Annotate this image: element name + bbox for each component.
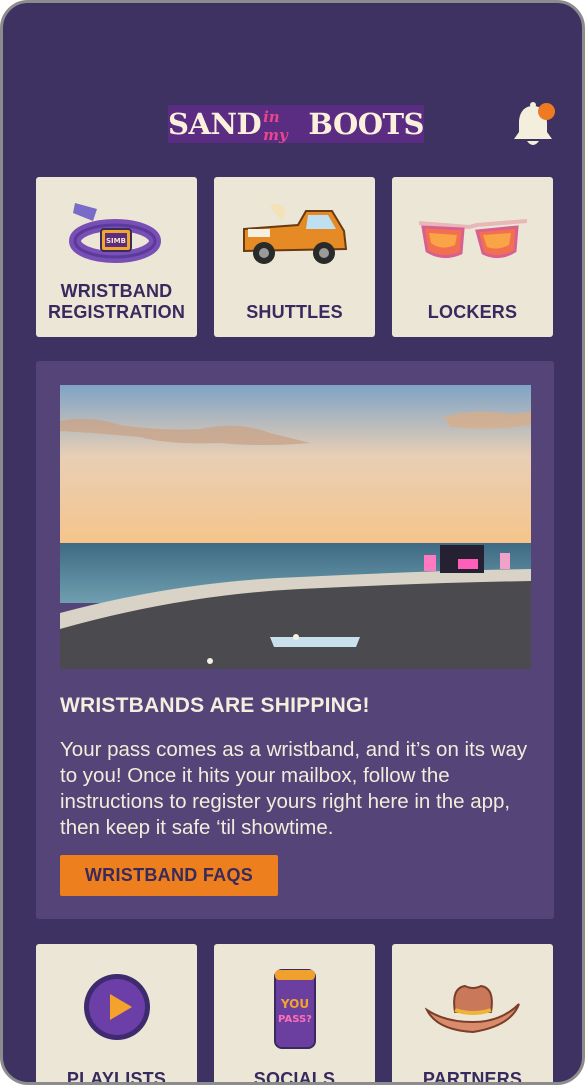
play-icon xyxy=(83,974,150,1040)
tile-label-line1: WRISTBAND xyxy=(60,281,173,301)
svg-text:YOU: YOU xyxy=(279,997,308,1011)
truck-icon xyxy=(242,203,347,264)
tile-label: LOCKERS xyxy=(427,302,518,322)
logo-word-boots: BOOTS xyxy=(308,107,424,141)
festival-photo-icon xyxy=(60,385,531,669)
feature-body: Your pass comes as a wristband, and it’s… xyxy=(60,738,528,839)
svg-text:SIMB: SIMB xyxy=(106,237,126,245)
beach-festival-photo xyxy=(60,385,531,669)
tile-lockers[interactable]: LOCKERS xyxy=(392,177,553,337)
sunglasses-icon xyxy=(418,219,527,258)
tile-label: SOCIALS xyxy=(253,1069,336,1085)
feature-title: WRISTBANDS ARE SHIPPING! xyxy=(60,694,370,717)
tile-partners[interactable]: PARTNERS xyxy=(392,944,553,1085)
tile-playlists[interactable]: PLAYLISTS xyxy=(36,944,197,1085)
tile-wristband-registration[interactable]: SIMB WRISTBAND REGISTRATION xyxy=(36,177,197,337)
cowboy-hat-icon xyxy=(424,984,520,1034)
notification-dot xyxy=(538,103,555,120)
tile-socials[interactable]: YOU PASS? SOCIALS xyxy=(214,944,375,1085)
tile-label: SHUTTLES xyxy=(246,302,343,322)
logo-word-sand: SAND xyxy=(168,107,262,141)
svg-text:PASS?: PASS? xyxy=(278,1014,312,1025)
can-icon: YOU PASS? xyxy=(273,969,316,1049)
logo-word-in-my: in my xyxy=(263,108,288,144)
tile-label: PARTNERS xyxy=(422,1069,523,1085)
tile-label: PLAYLISTS xyxy=(66,1069,167,1085)
tile-shuttles[interactable]: SHUTTLES xyxy=(214,177,375,337)
wristband-faqs-button[interactable]: WRISTBAND FAQS xyxy=(60,855,278,896)
tile-label-line2: REGISTRATION xyxy=(47,302,186,322)
app-screen: SAND in my BOOTS SIMB WRISTBAND REGISTRA… xyxy=(0,0,585,1085)
feature-card: WRISTBANDS ARE SHIPPING! Your pass comes… xyxy=(36,361,554,919)
wristband-icon: SIMB xyxy=(68,203,161,263)
app-logo: SAND in my BOOTS xyxy=(168,105,424,144)
notifications-button[interactable] xyxy=(510,101,556,149)
